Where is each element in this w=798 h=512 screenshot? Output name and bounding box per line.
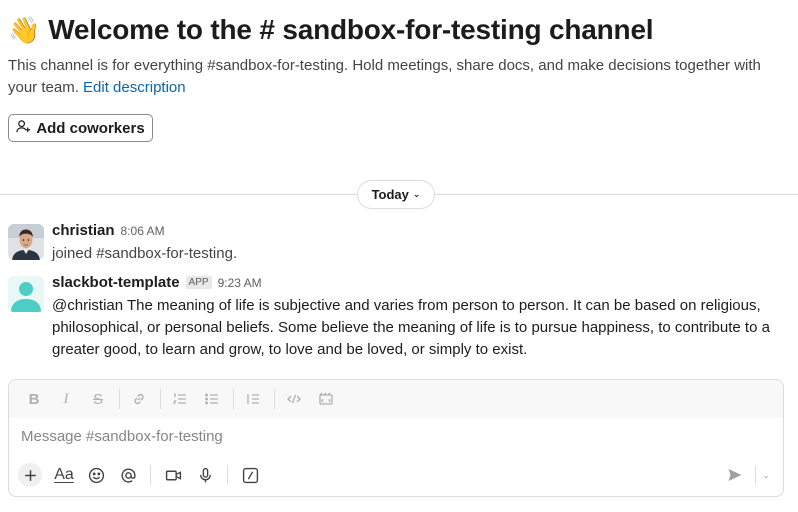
message-item: christian 8:06 AM joined #sandbox-for-te… [8,222,788,265]
slash-shortcut-icon[interactable] [236,461,264,489]
message-timestamp[interactable]: 9:23 AM [218,276,262,290]
message-item: slackbot-template APP 9:23 AM @christian… [8,274,788,361]
send-divider [755,466,756,484]
code-block-icon[interactable] [313,386,339,412]
welcome-title-row: 👋 Welcome to the # sandbox-for-testing c… [8,12,793,48]
composer-toolbar: Aa [9,454,783,496]
message-header: slackbot-template APP 9:23 AM [52,274,788,294]
microphone-icon[interactable] [191,461,219,489]
message-text: joined #sandbox-for-testing. [52,245,238,262]
message-input[interactable]: Message #sandbox-for-testing [9,418,783,454]
message-composer: B I S Message #sandbox-for-testing Aa ⌄ [8,379,784,497]
formatting-icon[interactable]: Aa [50,461,78,489]
message-body: christian 8:06 AM joined #sandbox-for-te… [52,222,788,265]
message-body: slackbot-template APP 9:23 AM @christian… [52,274,788,361]
bold-icon[interactable]: B [21,386,47,412]
message-author[interactable]: christian [52,222,115,239]
wave-emoji: 👋 [8,15,41,45]
mention-icon[interactable] [114,461,142,489]
toolbar-divider [233,389,234,409]
send-icon[interactable] [725,465,745,485]
toolbar-divider [160,389,161,409]
ordered-list-icon[interactable] [167,386,193,412]
app-badge: APP [185,276,212,289]
italic-icon[interactable]: I [53,386,79,412]
channel-welcome: 👋 Welcome to the # sandbox-for-testing c… [8,12,793,99]
toolbar-divider [150,465,151,485]
message-author[interactable]: slackbot-template [52,274,180,291]
toolbar-divider [274,389,275,409]
toolbar-divider [227,465,228,485]
add-person-icon [16,119,31,138]
toolbar-divider [119,389,120,409]
video-icon[interactable] [159,461,187,489]
link-icon[interactable] [126,386,152,412]
chevron-down-icon: ⌄ [412,188,421,199]
message-timestamp[interactable]: 8:06 AM [121,224,165,238]
code-icon[interactable] [281,386,307,412]
add-coworkers-label: Add coworkers [36,119,145,137]
plus-icon[interactable] [18,463,42,487]
strikethrough-icon[interactable]: S [85,386,111,412]
channel-description: This channel is for everything #sandbox-… [8,55,793,99]
bulleted-list-icon[interactable] [199,386,225,412]
edit-description-link[interactable]: Edit description [83,79,186,96]
date-divider-label: Today [371,187,409,202]
chevron-down-icon[interactable]: ⌄ [759,466,773,484]
message-text: @christian The meaning of life is subjec… [52,297,770,358]
emoji-icon[interactable] [82,461,110,489]
welcome-title: Welcome to the # sandbox-for-testing cha… [48,14,654,45]
avatar[interactable] [8,224,44,260]
blockquote-icon[interactable] [240,386,266,412]
date-divider-today[interactable]: Today ⌄ [357,180,435,209]
message-header: christian 8:06 AM [52,222,788,242]
add-coworkers-button[interactable]: Add coworkers [8,114,153,142]
formatting-toolbar: B I S [9,380,783,418]
avatar[interactable] [8,276,44,312]
